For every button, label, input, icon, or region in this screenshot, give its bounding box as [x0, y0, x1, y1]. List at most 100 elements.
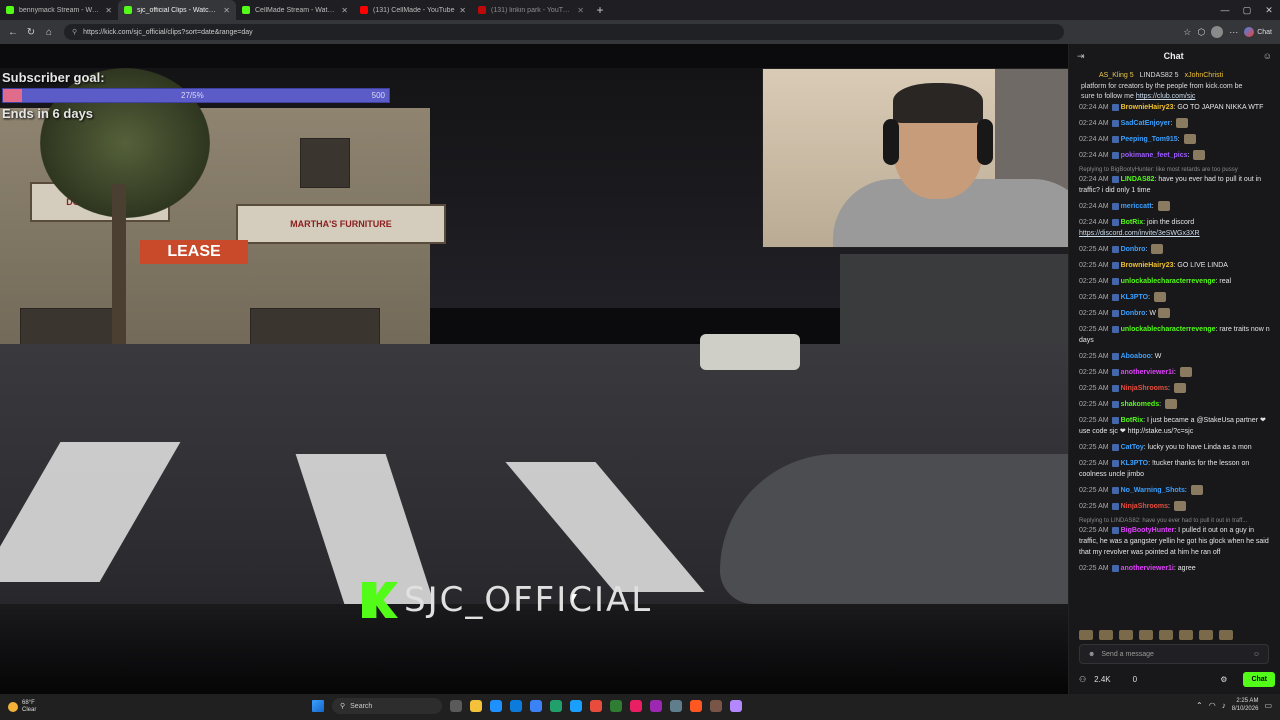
close-icon[interactable]: ✕	[577, 6, 584, 15]
window	[300, 138, 350, 188]
emote-icon[interactable]	[1079, 630, 1093, 640]
message-username[interactable]: anotherviewer1i	[1121, 369, 1174, 376]
tab-title: bennymack Stream - Watch Li	[19, 6, 102, 14]
message-username[interactable]: Donbro	[1121, 246, 1146, 253]
chat-input[interactable]: ☻ Send a message ☺	[1079, 644, 1269, 664]
tray-chevron-icon[interactable]: ⌃	[1196, 701, 1203, 710]
taskbar-search[interactable]: ⚲ Search	[332, 698, 442, 714]
message-username[interactable]: shakomeds	[1121, 401, 1160, 408]
windows-start-icon[interactable]	[312, 700, 324, 712]
maximize-icon[interactable]: ▢	[1236, 0, 1258, 20]
message-username[interactable]: CatToy	[1121, 444, 1144, 451]
youtube-app-icon[interactable]	[590, 700, 602, 712]
top-chatter[interactable]: LINDAS82 5	[1140, 72, 1179, 79]
message-username[interactable]: BigBootyHunter	[1121, 527, 1175, 534]
message-username[interactable]: pokimane_feet_pics	[1121, 152, 1188, 159]
close-window-icon[interactable]: ✕	[1258, 0, 1280, 20]
chat-users-icon[interactable]: ☺	[1263, 51, 1272, 61]
app-icon[interactable]	[710, 700, 722, 712]
tab-cellmade-kick[interactable]: CellMade Stream - Watch Liv ✕	[236, 0, 354, 20]
edge-icon[interactable]	[490, 700, 502, 712]
message-timestamp: 02:25 AM	[1079, 369, 1109, 376]
emote-icon[interactable]	[1119, 630, 1133, 640]
message-username[interactable]: No_Warning_Shots	[1121, 487, 1185, 494]
emote-icon[interactable]	[1099, 630, 1113, 640]
wifi-icon[interactable]: ◠	[1209, 701, 1216, 710]
emote-icon[interactable]	[1199, 630, 1213, 640]
app-icon[interactable]	[730, 700, 742, 712]
message-username[interactable]: anotherviewer1i	[1121, 565, 1174, 572]
message-username[interactable]: unlockablecharacterrevenge	[1121, 278, 1216, 285]
user-badge-icon	[1111, 151, 1119, 159]
close-icon[interactable]: ✕	[459, 6, 466, 15]
message-username[interactable]: BotRix	[1121, 219, 1144, 226]
collapse-chat-icon[interactable]: ⇥	[1077, 51, 1085, 62]
gemini-chat-button[interactable]: Chat	[1244, 27, 1272, 37]
reply-context[interactable]: Replying to BigBootyHunter: like most re…	[1079, 166, 1272, 174]
tab-sjc-clips[interactable]: sjc_official Clips - Watch Live ✕	[118, 0, 236, 20]
steam-icon[interactable]	[570, 700, 582, 712]
settings-gear-icon[interactable]: ⚙	[1220, 675, 1227, 684]
site-info-icon[interactable]: ⚲	[72, 28, 77, 36]
message-username[interactable]: mericcatt	[1121, 203, 1152, 210]
clock[interactable]: 2:25 AM 8/10/2026	[1232, 697, 1259, 713]
extensions-icon[interactable]: ⬡	[1197, 27, 1205, 38]
close-icon[interactable]: ✕	[105, 6, 112, 15]
notifications-icon[interactable]: ▭	[1264, 701, 1272, 710]
emote-icon[interactable]	[1179, 630, 1193, 640]
emote-icon[interactable]	[1159, 630, 1173, 640]
message-username[interactable]: Donbro	[1121, 310, 1146, 317]
chrome-icon[interactable]	[550, 700, 562, 712]
task-view-icon[interactable]	[450, 700, 462, 712]
star-icon[interactable]: ☆	[1183, 27, 1191, 38]
tab-linkin-park[interactable]: (131) linkin park - YouTube ✕	[472, 0, 590, 20]
browser-app-icon[interactable]	[530, 700, 542, 712]
menu-icon[interactable]: ⋯	[1229, 27, 1238, 38]
video-player[interactable]: DONDE SONDA MARTHA'S FURNITURE LEASE Sub…	[0, 44, 1068, 694]
xbox-icon[interactable]	[610, 700, 622, 712]
new-tab-button[interactable]: +	[590, 3, 610, 17]
message-username[interactable]: NinjaShrooms	[1121, 503, 1168, 510]
clock-time: 2:25 AM	[1236, 698, 1259, 704]
app-icon[interactable]	[650, 700, 662, 712]
tab-cellmade-youtube[interactable]: (131) CellMade - YouTube ✕	[354, 0, 472, 20]
close-icon[interactable]: ✕	[223, 6, 230, 15]
message-username[interactable]: BrownieHairy23	[1121, 262, 1174, 269]
app-icon[interactable]	[630, 700, 642, 712]
send-chat-button[interactable]: Chat	[1243, 671, 1275, 687]
top-chatter[interactable]: xJohnChristi	[1185, 72, 1224, 79]
reply-context[interactable]: Replying to LINDAS82: have you ever had …	[1079, 517, 1272, 525]
message-username[interactable]: Peeping_Tom915	[1121, 136, 1178, 143]
back-icon[interactable]: ←	[4, 27, 22, 38]
tab-bennymack[interactable]: bennymack Stream - Watch Li✕	[0, 0, 118, 20]
message-username[interactable]: NinjaShrooms	[1121, 385, 1168, 392]
message-link[interactable]: https://discord.com/invite/3eSWGx3XR	[1079, 228, 1272, 239]
message-username[interactable]: Aboaboo	[1121, 353, 1151, 360]
message-username[interactable]: BotRix	[1121, 417, 1144, 424]
app-icon[interactable]	[690, 700, 702, 712]
user-badge-icon	[1111, 309, 1119, 317]
minimize-icon[interactable]: —	[1214, 0, 1236, 20]
message-username[interactable]: BrownieHairy23	[1121, 104, 1174, 111]
message-username[interactable]: KL3PTO	[1121, 460, 1149, 467]
emoji-icon[interactable]: ☻	[1088, 651, 1095, 658]
emote-icon[interactable]	[1219, 630, 1233, 640]
emote-picker-icon[interactable]: ☺	[1253, 651, 1260, 658]
reload-icon[interactable]: ↻	[22, 27, 40, 38]
file-explorer-icon[interactable]	[470, 700, 482, 712]
message-username[interactable]: SadCatEnjoyer	[1121, 120, 1171, 127]
app-icon[interactable]	[670, 700, 682, 712]
message-username[interactable]: KL3PTO	[1121, 294, 1149, 301]
store-icon[interactable]	[510, 700, 522, 712]
home-icon[interactable]: ⌂	[40, 27, 58, 38]
volume-icon[interactable]: ♪	[1222, 701, 1226, 710]
weather-widget[interactable]: 68°F Clear	[0, 700, 36, 714]
address-bar[interactable]: ⚲ https://kick.com/sjc_official/clips?so…	[64, 24, 1064, 40]
pinned-link[interactable]: https://club.com/sjc	[1136, 93, 1196, 100]
message-username[interactable]: unlockablecharacterrevenge	[1121, 326, 1216, 333]
close-icon[interactable]: ✕	[341, 6, 348, 15]
avatar[interactable]	[1211, 26, 1224, 38]
emote-icon[interactable]	[1139, 630, 1153, 640]
message-username[interactable]: LINDAS82	[1121, 176, 1155, 183]
top-chatter[interactable]: AS_Kling 5	[1099, 72, 1134, 79]
